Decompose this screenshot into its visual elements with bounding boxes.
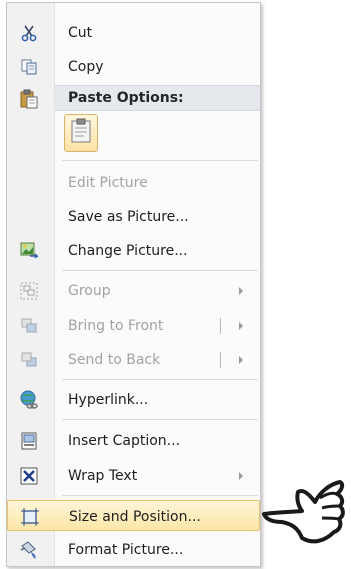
paste-options-header: Paste Options: — [55, 85, 260, 111]
menu-item-copy[interactable]: Copy — [7, 51, 260, 83]
menu-item-label: Format Picture... — [68, 542, 184, 558]
split-divider — [220, 318, 221, 334]
menu-item-label: Cut — [68, 25, 93, 41]
paste-keep-formatting-button[interactable] — [64, 114, 98, 152]
menu-item-label: Size and Position... — [69, 509, 201, 525]
menu-separator — [62, 495, 258, 496]
submenu-arrow-icon[interactable] — [239, 356, 243, 364]
menu-item-label: Send to Back — [68, 352, 161, 368]
bring-to-front-icon — [19, 317, 39, 335]
menu-item-label: Insert Caption... — [68, 433, 181, 449]
menu-item-send-to-back[interactable]: Send to Back — [7, 344, 260, 376]
caption-icon — [19, 432, 39, 450]
menu-item-change-picture[interactable]: Change Picture... — [7, 235, 260, 267]
menu-separator — [62, 270, 258, 271]
menu-item-format-picture[interactable]: Format Picture... — [7, 534, 260, 566]
menu-separator — [62, 379, 258, 380]
menu-item-label: Change Picture... — [68, 243, 188, 259]
menu-item-bring-to-front[interactable]: Bring to Front — [7, 310, 260, 342]
group-icon — [19, 282, 39, 300]
menu-item-cut[interactable]: Cut — [7, 17, 260, 49]
wrap-text-icon — [19, 467, 39, 485]
menu-item-group[interactable]: Group — [7, 275, 260, 307]
menu-separator — [62, 419, 258, 420]
context-menu: Cut Copy Paste Options: Edit Picture Sav… — [6, 2, 261, 567]
hyperlink-icon — [19, 390, 39, 409]
menu-item-wrap-text[interactable]: Wrap Text — [7, 460, 260, 492]
menu-item-hyperlink[interactable]: Hyperlink... — [7, 384, 260, 416]
menu-item-label: Group — [68, 283, 111, 299]
submenu-arrow-icon — [239, 287, 243, 295]
menu-item-label: Edit Picture — [68, 175, 148, 191]
size-position-icon — [20, 508, 40, 526]
menu-item-insert-caption[interactable]: Insert Caption... — [7, 425, 260, 457]
scissors-icon — [19, 24, 39, 42]
menu-item-label: Copy — [68, 59, 104, 75]
paste-icon — [19, 89, 39, 109]
menu-item-size-and-position[interactable]: Size and Position... — [7, 500, 260, 531]
format-picture-icon — [19, 541, 39, 559]
menu-item-save-as-picture[interactable]: Save as Picture... — [7, 201, 260, 233]
paste-options-label: Paste Options: — [68, 90, 184, 106]
menu-item-label: Hyperlink... — [68, 392, 149, 408]
change-picture-icon — [19, 242, 39, 260]
menu-item-label: Wrap Text — [68, 468, 138, 484]
pointing-hand-icon — [258, 462, 350, 556]
submenu-arrow-icon[interactable] — [239, 322, 243, 330]
menu-separator — [62, 160, 258, 161]
split-divider — [220, 352, 221, 368]
send-to-back-icon — [19, 351, 39, 369]
submenu-arrow-icon — [239, 472, 243, 480]
menu-item-label: Save as Picture... — [68, 209, 189, 225]
menu-item-edit-picture[interactable]: Edit Picture — [7, 167, 260, 199]
menu-item-label: Bring to Front — [68, 318, 164, 334]
copy-icon — [19, 58, 39, 76]
clipboard-icon — [70, 118, 92, 148]
